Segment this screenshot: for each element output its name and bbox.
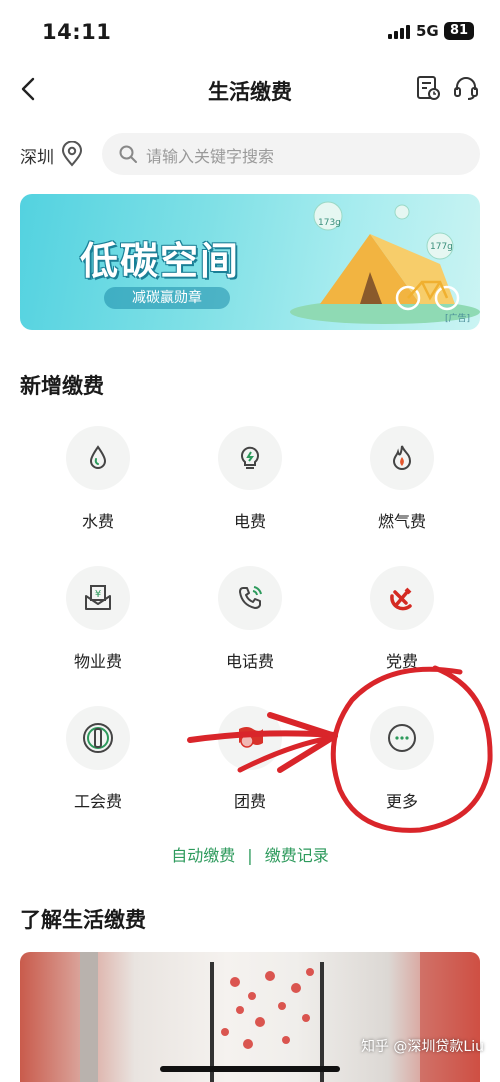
- payment-item-party[interactable]: 党费: [332, 560, 472, 680]
- payment-item-label: 物业费: [73, 652, 122, 671]
- carbon-bubble: 173g: [318, 218, 341, 228]
- flame-icon: [370, 426, 434, 490]
- payment-item-property[interactable]: ¥ 物业费: [28, 560, 168, 680]
- svg-text:¥: ¥: [95, 589, 101, 600]
- payment-item-label: 更多: [385, 792, 418, 811]
- payment-item-more[interactable]: 更多: [332, 700, 472, 820]
- lightbulb-icon: [218, 426, 282, 490]
- shelf-illustration: [80, 952, 480, 1082]
- payment-item-label: 水费: [81, 512, 114, 531]
- payment-item-water[interactable]: 水费: [28, 420, 168, 540]
- search-icon: [118, 144, 138, 164]
- tent-bicycle-illustration: [290, 201, 480, 324]
- more-dots-icon: [370, 706, 434, 770]
- status-time: 14:11: [42, 20, 112, 44]
- payment-item-label: 燃气费: [377, 512, 426, 531]
- city-selector[interactable]: 深圳: [20, 143, 54, 168]
- carbon-bubble: 177g: [430, 242, 453, 252]
- search-row: 深圳 请输入关键字搜索: [0, 133, 500, 177]
- payment-item-label: 团费: [233, 792, 266, 811]
- league-flag-icon: [218, 706, 282, 770]
- status-bar: 14:11 5G 81: [0, 0, 500, 62]
- payment-item-label: 电话费: [225, 652, 274, 671]
- payment-item-phone[interactable]: 电话费: [180, 560, 320, 680]
- phone-icon: [218, 566, 282, 630]
- payment-item-label: 工会费: [73, 792, 122, 811]
- payment-records-link[interactable]: 缴费记录: [265, 842, 329, 866]
- search-placeholder: 请输入关键字搜索: [146, 147, 275, 166]
- bill-history-icon[interactable]: [414, 74, 442, 102]
- home-indicator: [160, 1066, 340, 1072]
- union-badge-icon: [66, 706, 130, 770]
- water-drop-icon: [66, 426, 130, 490]
- party-emblem-icon: [370, 566, 434, 630]
- banner-title: 低碳空间: [80, 239, 241, 283]
- link-separator: |: [247, 846, 253, 865]
- payment-item-union[interactable]: 工会费: [28, 700, 168, 820]
- payment-item-gas[interactable]: 燃气费: [332, 420, 472, 540]
- payment-item-label: 党费: [385, 652, 418, 671]
- nav-bar: 生活缴费: [0, 62, 500, 118]
- search-input[interactable]: 请输入关键字搜索: [102, 133, 480, 175]
- watermark: 知乎 @深圳贷款Liu: [360, 1039, 484, 1055]
- signal-icon: [388, 25, 412, 39]
- customer-service-icon[interactable]: [452, 74, 480, 102]
- learn-banner-image[interactable]: [20, 952, 480, 1082]
- auto-pay-link[interactable]: 自动缴费: [171, 842, 235, 866]
- payment-item-label: 电费: [233, 512, 266, 531]
- network-type: 5G: [416, 22, 439, 40]
- ad-tag: [广告]: [444, 314, 470, 324]
- location-pin-icon[interactable]: [60, 140, 84, 167]
- property-envelope-icon: ¥: [66, 566, 130, 630]
- battery-icon: 81: [444, 22, 474, 40]
- payment-item-league[interactable]: 团费: [180, 700, 320, 820]
- banner-subtitle: 减碳赢勋章: [104, 287, 230, 309]
- section-title-learn: 了解生活缴费: [20, 908, 146, 932]
- section-title-new-payments: 新增缴费: [20, 374, 104, 398]
- payment-item-electricity[interactable]: 电费: [180, 420, 320, 540]
- payment-links: 自动缴费 | 缴费记录: [0, 842, 500, 866]
- promo-banner[interactable]: 173g 177g 低碳空间 减碳赢勋章 [广告]: [20, 194, 480, 330]
